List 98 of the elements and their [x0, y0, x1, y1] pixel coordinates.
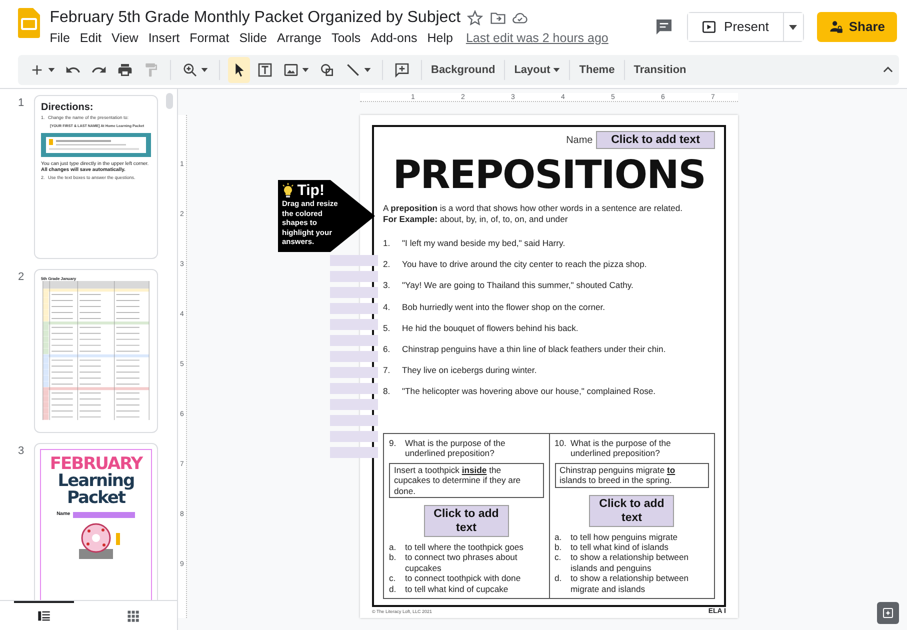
- shape-icon: [319, 62, 335, 78]
- option-letter: a.: [389, 542, 398, 552]
- option-letter: d.: [554, 573, 563, 586]
- slide-number: 3: [17, 444, 26, 459]
- menu-item[interactable]: Edit: [74, 28, 106, 48]
- cloud-icon: [512, 10, 528, 26]
- line-icon: [345, 62, 361, 78]
- sentence-text: They live on icebergs during winter.: [402, 365, 537, 376]
- caret-icon: [201, 68, 208, 72]
- sentence-number: 1.: [383, 238, 392, 248]
- play-icon: [702, 20, 716, 34]
- menu-item[interactable]: Help: [422, 28, 458, 48]
- answer-text-box[interactable]: Click to add text: [589, 494, 674, 527]
- cover-title-line: Packet: [66, 490, 126, 507]
- slide-number: 1: [17, 96, 26, 111]
- option-text: to tell where the toothpick goes: [405, 542, 524, 552]
- name-label: Name: [566, 134, 593, 148]
- toolbar-button[interactable]: Theme: [576, 57, 618, 83]
- menu-item[interactable]: Tools: [326, 28, 366, 48]
- sparkle-icon: [882, 607, 894, 619]
- sentence-number: 8.: [383, 386, 392, 396]
- toolbar-button[interactable]: Background: [428, 57, 498, 83]
- option-text: to tell what kind of cupcake: [405, 584, 508, 594]
- menu-item[interactable]: Add-ons: [366, 28, 422, 48]
- sentence-number: 2.: [383, 259, 392, 270]
- caret-icon: [553, 68, 560, 72]
- caret-icon: [48, 68, 55, 72]
- option-text: to connect toothpick with done: [405, 573, 521, 584]
- option-letter: d.: [389, 584, 398, 594]
- option-text: to tell what kind of islands: [570, 542, 668, 552]
- paint-roller-icon: [143, 62, 159, 78]
- slide-heading: Directions:: [41, 102, 94, 113]
- option-letter: a.: [554, 532, 563, 542]
- example-sentence: Chinstrap penguins migrate to islands to breed in the spring.: [554, 462, 709, 488]
- caret-icon: [364, 68, 371, 72]
- option-text: to tell how penguins migrate: [570, 532, 678, 542]
- answer-text-box[interactable]: Click to add text: [424, 504, 509, 537]
- caret-icon: [302, 68, 309, 72]
- person-lock-icon: [828, 20, 843, 34]
- slide-number: 2: [17, 270, 26, 285]
- sentence-number: 7.: [383, 365, 392, 376]
- explore-button[interactable]: [877, 602, 899, 624]
- add-comment-icon: [394, 62, 410, 78]
- menu-item[interactable]: Arrange: [272, 28, 326, 48]
- slide-thumbnail[interactable]: [34, 95, 158, 259]
- menu-item[interactable]: Slide: [234, 28, 272, 48]
- toolbar-button[interactable]: Layout: [511, 57, 564, 83]
- present-options-button[interactable]: [782, 13, 803, 41]
- list-view-icon: [37, 609, 52, 623]
- sentence-number: 6.: [383, 344, 392, 354]
- menu-item[interactable]: Format: [184, 28, 234, 48]
- menu-item[interactable]: File: [44, 28, 75, 48]
- name-field: [73, 512, 136, 518]
- document-title[interactable]: February 5th Grade Monthly Packet Organized by Subject: [50, 8, 461, 28]
- sentence-number: 5.: [383, 322, 392, 333]
- question-number: 10.: [554, 438, 568, 450]
- print-icon: [117, 62, 133, 78]
- question-text: What is the purpose of the underlined preposition?: [405, 438, 506, 459]
- cover-title-line: Learning: [58, 473, 134, 490]
- zoom-icon: [182, 62, 198, 78]
- question-number: 9.: [389, 438, 398, 450]
- example-sentence: Insert a toothpick inside the cupcakes to determine if they are done.: [389, 462, 544, 498]
- star-icon[interactable]: [467, 10, 484, 26]
- grid-view-icon: [126, 609, 140, 623]
- option-letter: b.: [389, 552, 398, 564]
- toolbar-button[interactable]: Transition: [630, 57, 690, 83]
- menu-item[interactable]: Insert: [143, 28, 185, 48]
- sentence-number: 4.: [383, 302, 392, 312]
- cover-title-line: FEBRUARY: [50, 456, 142, 473]
- sentence-text: "Yay! We are going to Thailand this summer," shouted Cathy.: [402, 280, 634, 290]
- sentence-number: 3.: [383, 280, 392, 290]
- name-text-box[interactable]: Click to add text: [596, 131, 715, 149]
- definition-text: For Example: about, by, in, of, to, on, and under: [383, 214, 569, 224]
- scrollbar-thumb[interactable]: [166, 93, 173, 109]
- image-icon: [283, 62, 299, 78]
- worksheet-title: PREPOSITIONS: [392, 152, 706, 200]
- sentence-text: He hid the bouquet of flowers behind his back.: [402, 322, 578, 333]
- sentence-text: "The helicopter was hovering above our house," complained Rose.: [402, 386, 656, 396]
- sentence-text: Chinstrap penguins have a thin line of black feathers under their chin.: [402, 344, 666, 354]
- sentence-text: You have to drive around the city center to reach the pizza shop.: [402, 259, 647, 270]
- sentence-text: "I left my wand beside my bed," said Harry.: [402, 238, 566, 248]
- share-button[interactable]: Share: [816, 12, 897, 42]
- last-edit-link[interactable]: Last edit was 2 hours ago: [466, 28, 608, 48]
- text-box-icon: [257, 62, 273, 78]
- option-letter: c.: [389, 573, 397, 584]
- caret-icon: [789, 24, 798, 30]
- question-text: What is the purpose of the underlined preposition?: [570, 438, 672, 459]
- option-letter: b.: [554, 542, 563, 552]
- comment-icon[interactable]: [654, 17, 674, 37]
- lightbulb-icon: [282, 183, 294, 199]
- toolbar-button[interactable]: [228, 57, 250, 83]
- tip-title: Tip!: [297, 183, 324, 199]
- sentence-text: Bob hurriedly went into the flower shop on the corner.: [402, 302, 606, 312]
- option-letter: c.: [554, 552, 562, 564]
- menu-item[interactable]: View: [106, 28, 144, 48]
- option-text: to show a relationship between migrate and islands: [570, 573, 690, 594]
- folder-icon[interactable]: [490, 10, 506, 26]
- definition-text: A preposition is a word that shows how other words in a sentence are related.: [383, 203, 684, 214]
